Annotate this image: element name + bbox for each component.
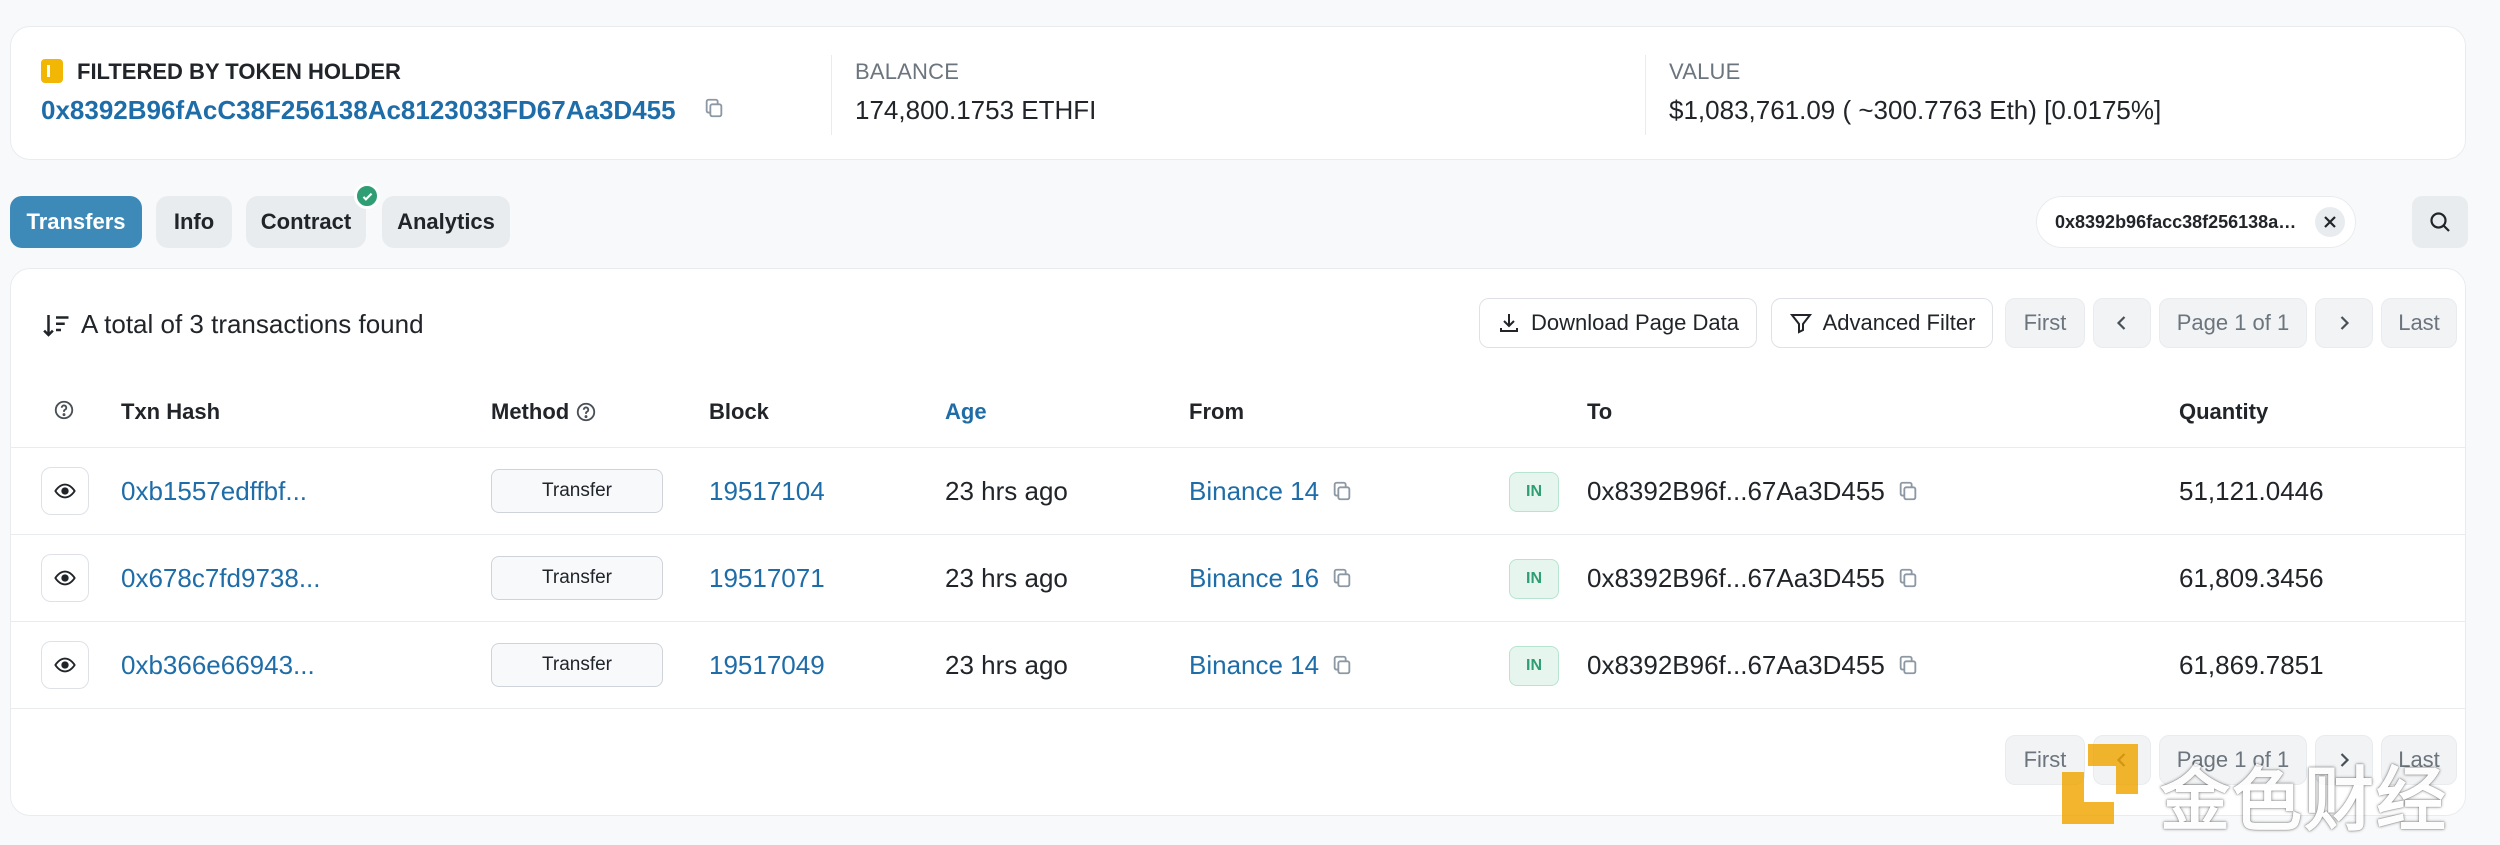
from-link[interactable]: Binance 14	[1189, 622, 1319, 708]
tab-info[interactable]: Info	[156, 196, 232, 248]
quantity-value: 61,809.3456	[2179, 562, 2324, 593]
table-row: 0xb366e66943... Transfer 19517049 23 hrs…	[11, 622, 2465, 708]
to-address: 0x8392B96f...67Aa3D455	[1587, 562, 1885, 593]
age-text: 23 hrs ago	[945, 475, 1068, 506]
download-icon	[1500, 314, 1519, 332]
clear-filter-button[interactable]	[2315, 207, 2345, 237]
method-badge: Transfer	[491, 643, 663, 687]
token-holder-summary: FILTERED BY TOKEN HOLDER 0x8392B96fAcC38…	[10, 26, 2466, 160]
page-indicator: Page 1 of 1	[2159, 298, 2307, 348]
block-link[interactable]: 19517104	[709, 448, 825, 534]
help-icon[interactable]	[53, 399, 75, 421]
table-row: 0x678c7fd9738... Transfer 19517071 23 hr…	[11, 535, 2465, 621]
header-from: From	[1189, 399, 1244, 424]
eye-icon	[54, 483, 76, 499]
watermark-logo-icon	[2062, 744, 2138, 824]
watermark-text: 金色财经	[2160, 761, 2448, 839]
block-link[interactable]: 19517071	[709, 535, 825, 621]
preview-button[interactable]	[41, 641, 89, 689]
to-address: 0x8392B96f...67Aa3D455	[1587, 475, 1885, 506]
copy-icon[interactable]	[703, 97, 725, 119]
tab-contract[interactable]: Contract	[246, 196, 366, 248]
holder-column: FILTERED BY TOKEN HOLDER 0x8392B96fAcC38…	[11, 27, 831, 159]
from-link[interactable]: Binance 14	[1189, 448, 1319, 534]
age-text: 23 hrs ago	[945, 562, 1068, 593]
divider	[1645, 55, 1646, 135]
sort-icon	[43, 314, 69, 337]
header-age[interactable]: Age	[945, 399, 987, 425]
download-page-data-button[interactable]: Download Page Data	[1479, 298, 1757, 348]
header-quantity: Quantity	[2179, 399, 2269, 424]
tab-analytics[interactable]: Analytics	[382, 196, 510, 248]
txn-hash-link[interactable]: 0xb1557edffbf...	[121, 448, 307, 534]
divider	[831, 55, 832, 135]
copy-icon[interactable]	[1331, 480, 1353, 502]
direction-badge: IN	[1509, 646, 1559, 686]
search-button[interactable]	[2412, 196, 2468, 248]
preview-button[interactable]	[41, 554, 89, 602]
age-text: 23 hrs ago	[945, 649, 1068, 680]
download-label: Download Page Data	[1531, 310, 1739, 335]
total-summary: A total of 3 transactions found	[41, 309, 424, 340]
method-badge: Transfer	[491, 556, 663, 600]
divider	[11, 708, 2465, 709]
header-method: Method	[491, 399, 597, 425]
header-txn-hash: Txn Hash	[121, 399, 221, 424]
method-badge: Transfer	[491, 469, 663, 513]
watermark: 金色财经	[2050, 726, 2500, 839]
holder-address-link[interactable]: 0x8392B96fAcC38F256138Ac8123033FD67Aa3D4…	[41, 95, 676, 126]
preview-button[interactable]	[41, 467, 89, 515]
last-page-button[interactable]: Last	[2381, 298, 2457, 348]
advanced-filter-button[interactable]: Advanced Filter	[1771, 298, 1993, 348]
eye-icon	[54, 570, 76, 586]
eye-icon	[54, 657, 76, 673]
copy-icon[interactable]	[1897, 480, 1919, 502]
total-transactions-text: A total of 3 transactions found	[81, 309, 424, 339]
copy-icon[interactable]	[1331, 654, 1353, 676]
tab-transfers[interactable]: Transfers	[10, 196, 142, 248]
address-filter-chip[interactable]: 0x8392b96facc38f256138ac8123033fd67aa3d4…	[2036, 196, 2356, 248]
chevron-right-icon	[2340, 316, 2350, 330]
value-label: VALUE	[1669, 59, 1741, 84]
value-amount: $1,083,761.09 ( ~300.7763 Eth) [0.0175%]	[1669, 95, 2162, 125]
search-icon	[2430, 212, 2450, 232]
address-book-icon	[41, 59, 63, 83]
info-icon[interactable]	[575, 401, 597, 423]
to-address: 0x8392B96f...67Aa3D455	[1587, 649, 1885, 680]
table-row: 0xb1557edffbf... Transfer 19517104 23 hr…	[11, 448, 2465, 534]
from-link[interactable]: Binance 16	[1189, 535, 1319, 621]
header-block: Block	[709, 399, 769, 424]
header-method-label: Method	[491, 399, 570, 424]
balance-column: BALANCE 174,800.1753 ETHFI	[855, 27, 1635, 159]
direction-badge: IN	[1509, 559, 1559, 599]
chevron-left-icon	[2116, 316, 2126, 330]
direction-badge: IN	[1509, 472, 1559, 512]
verified-check-icon	[354, 183, 380, 209]
previous-page-button[interactable]	[2093, 298, 2151, 348]
first-page-button[interactable]: First	[2005, 298, 2085, 348]
quantity-value: 51,121.0446	[2179, 475, 2324, 506]
txn-hash-link[interactable]: 0x678c7fd9738...	[121, 535, 321, 621]
next-page-button[interactable]	[2315, 298, 2373, 348]
quantity-value: 61,869.7851	[2179, 649, 2324, 680]
balance-label: BALANCE	[855, 59, 960, 84]
block-link[interactable]: 19517049	[709, 622, 825, 708]
close-icon	[2324, 216, 2336, 228]
copy-icon[interactable]	[1897, 567, 1919, 589]
balance-value: 174,800.1753 ETHFI	[855, 95, 1097, 125]
value-column: VALUE $1,083,761.09 ( ~300.7763 Eth) [0.…	[1669, 27, 2449, 159]
txn-hash-link[interactable]: 0xb366e66943...	[121, 622, 315, 708]
copy-icon[interactable]	[1897, 654, 1919, 676]
copy-icon[interactable]	[1331, 567, 1353, 589]
holder-title: FILTERED BY TOKEN HOLDER	[77, 59, 401, 84]
header-to: To	[1587, 399, 1613, 424]
filter-chip-text: 0x8392b96facc38f256138ac8123033fd67aa3d4…	[2055, 212, 2297, 232]
advanced-filter-label: Advanced Filter	[1822, 310, 1976, 335]
filter-icon	[1789, 314, 1812, 334]
